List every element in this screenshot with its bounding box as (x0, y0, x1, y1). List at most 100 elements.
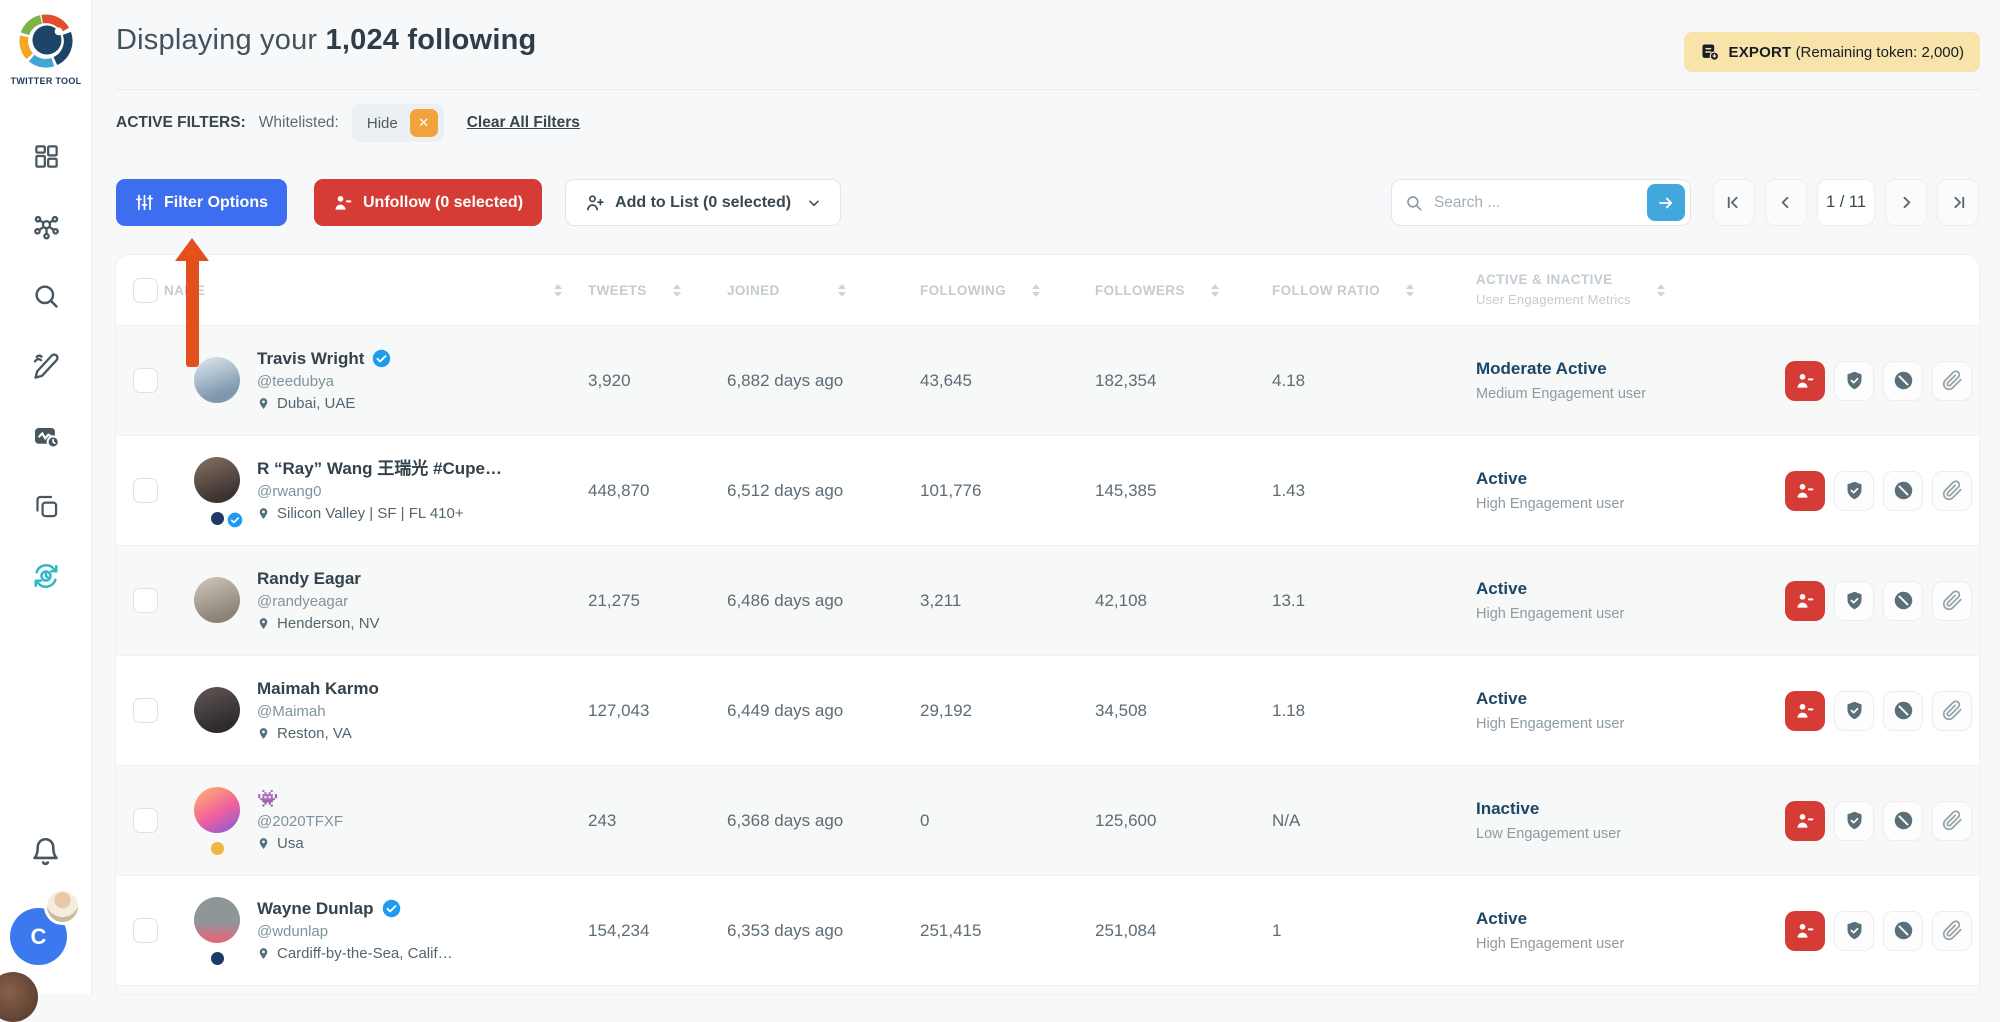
status-subtext: High Engagement user (1476, 606, 1785, 622)
row-checkbox[interactable] (133, 478, 158, 503)
row-checkbox[interactable] (133, 808, 158, 833)
sidebar-item-analytics[interactable] (30, 420, 62, 452)
row-link-button[interactable] (1932, 361, 1972, 401)
location-pin-icon (257, 396, 270, 411)
status-badge: Active (1476, 909, 1785, 929)
column-header-name[interactable]: NAME (164, 283, 588, 298)
row-block-button[interactable] (1883, 801, 1923, 841)
row-checkbox[interactable] (133, 698, 158, 723)
column-label: TWEETS (588, 283, 647, 298)
user-name[interactable]: Maimah Karmo (257, 679, 379, 699)
sort-icon[interactable] (1657, 284, 1665, 297)
row-block-button[interactable] (1883, 471, 1923, 511)
sort-icon[interactable] (838, 284, 846, 297)
row-block-button[interactable] (1883, 911, 1923, 951)
sidebar-item-compose[interactable] (30, 350, 62, 382)
logo-mark-icon (17, 12, 75, 70)
follow-ratio-value: 1.18 (1272, 701, 1476, 721)
row-unfollow-button[interactable] (1785, 471, 1825, 511)
column-header-following[interactable]: FOLLOWING (920, 283, 1095, 298)
row-checkbox[interactable] (133, 918, 158, 943)
user-handle[interactable]: @2020TFXF (257, 813, 343, 830)
row-link-button[interactable] (1932, 471, 1972, 511)
filter-options-label: Filter Options (164, 194, 268, 212)
row-unfollow-button[interactable] (1785, 691, 1825, 731)
row-link-button[interactable] (1932, 581, 1972, 621)
account-initial: C (31, 924, 47, 950)
location-pin-icon (257, 726, 270, 741)
app-logo[interactable]: TWITTER TOOL (0, 12, 92, 86)
add-to-list-button[interactable]: Add to List (0 selected) (565, 179, 841, 226)
user-handle[interactable]: @teedubya (257, 373, 391, 390)
last-page-button[interactable] (1937, 179, 1979, 226)
remove-filter-button[interactable]: ✕ (410, 109, 438, 137)
prev-page-button[interactable] (1765, 179, 1807, 226)
row-link-button[interactable] (1932, 911, 1972, 951)
sort-icon[interactable] (1032, 284, 1040, 297)
followers-value: 42,108 (1095, 591, 1272, 611)
column-header-followers[interactable]: FOLLOWERS (1095, 283, 1272, 298)
sort-icon[interactable] (1406, 284, 1414, 297)
mini-profile-photo[interactable] (44, 888, 81, 925)
row-block-button[interactable] (1883, 361, 1923, 401)
row-unfollow-button[interactable] (1785, 581, 1825, 621)
bell-icon (30, 836, 61, 867)
row-unfollow-button[interactable] (1785, 911, 1825, 951)
user-handle[interactable]: @randyeagar (257, 593, 380, 610)
user-name[interactable]: 👾 (257, 789, 278, 809)
user-handle[interactable]: @rwang0 (257, 483, 502, 500)
row-link-button[interactable] (1932, 801, 1972, 841)
sort-icon[interactable] (673, 284, 681, 297)
search-input[interactable] (1432, 193, 1647, 213)
search-icon (32, 282, 60, 310)
row-block-button[interactable] (1883, 581, 1923, 621)
next-page-button[interactable] (1885, 179, 1927, 226)
sidebar-item-sync-history[interactable] (30, 560, 62, 592)
row-unfollow-button[interactable] (1785, 361, 1825, 401)
sort-icon[interactable] (1211, 284, 1219, 297)
column-header-tweets[interactable]: TWEETS (588, 283, 727, 298)
row-whitelist-button[interactable] (1834, 911, 1874, 951)
user-handle[interactable]: @Maimah (257, 703, 379, 720)
row-whitelist-button[interactable] (1834, 691, 1874, 731)
user-name[interactable]: Travis Wright (257, 349, 364, 369)
row-whitelist-button[interactable] (1834, 471, 1874, 511)
sidebar-item-search[interactable] (30, 280, 62, 312)
row-checkbox[interactable] (133, 368, 158, 393)
peek-avatar (0, 972, 38, 1022)
sidebar-item-dashboard[interactable] (30, 140, 62, 172)
column-header-engagement[interactable]: ACTIVE & INACTIVE User Engagement Metric… (1476, 270, 1785, 310)
following-value: 101,776 (920, 481, 1095, 501)
first-page-button[interactable] (1713, 179, 1755, 226)
row-checkbox[interactable] (133, 588, 158, 613)
user-name[interactable]: Wayne Dunlap (257, 899, 374, 919)
table-row: Travis Wright @teedubya Dubai, UAE 3,920… (116, 325, 1979, 435)
user-name[interactable]: Randy Eagar (257, 569, 361, 589)
row-whitelist-button[interactable] (1834, 581, 1874, 621)
block-icon (1893, 700, 1914, 721)
export-button[interactable]: EXPORT (Remaining token: 2,000) (1684, 32, 1981, 72)
column-header-joined[interactable]: JOINED (727, 283, 920, 298)
sidebar-item-network[interactable] (30, 210, 62, 242)
clear-all-filters-link[interactable]: Clear All Filters (467, 114, 580, 132)
location-pin-icon (257, 946, 270, 961)
filter-options-button[interactable]: Filter Options (116, 179, 287, 226)
row-unfollow-button[interactable] (1785, 801, 1825, 841)
status-badge: Active (1476, 689, 1785, 709)
user-name[interactable]: R “Ray” Wang 王瑞光 #Cupe… (257, 459, 502, 479)
joined-value: 6,368 days ago (727, 811, 920, 831)
row-block-button[interactable] (1883, 691, 1923, 731)
select-all-checkbox[interactable] (133, 278, 158, 303)
unfollow-button[interactable]: Unfollow (0 selected) (314, 179, 542, 226)
search-submit-button[interactable] (1647, 184, 1685, 221)
row-link-button[interactable] (1932, 691, 1972, 731)
notifications-bell[interactable] (30, 836, 61, 872)
followers-value: 125,600 (1095, 811, 1272, 831)
user-handle[interactable]: @wdunlap (257, 923, 453, 940)
sort-icon[interactable] (554, 284, 562, 297)
column-header-follow-ratio[interactable]: FOLLOW RATIO (1272, 283, 1476, 298)
row-whitelist-button[interactable] (1834, 361, 1874, 401)
row-whitelist-button[interactable] (1834, 801, 1874, 841)
status-subtext: Low Engagement user (1476, 826, 1785, 842)
sidebar-item-lists[interactable] (30, 490, 62, 522)
